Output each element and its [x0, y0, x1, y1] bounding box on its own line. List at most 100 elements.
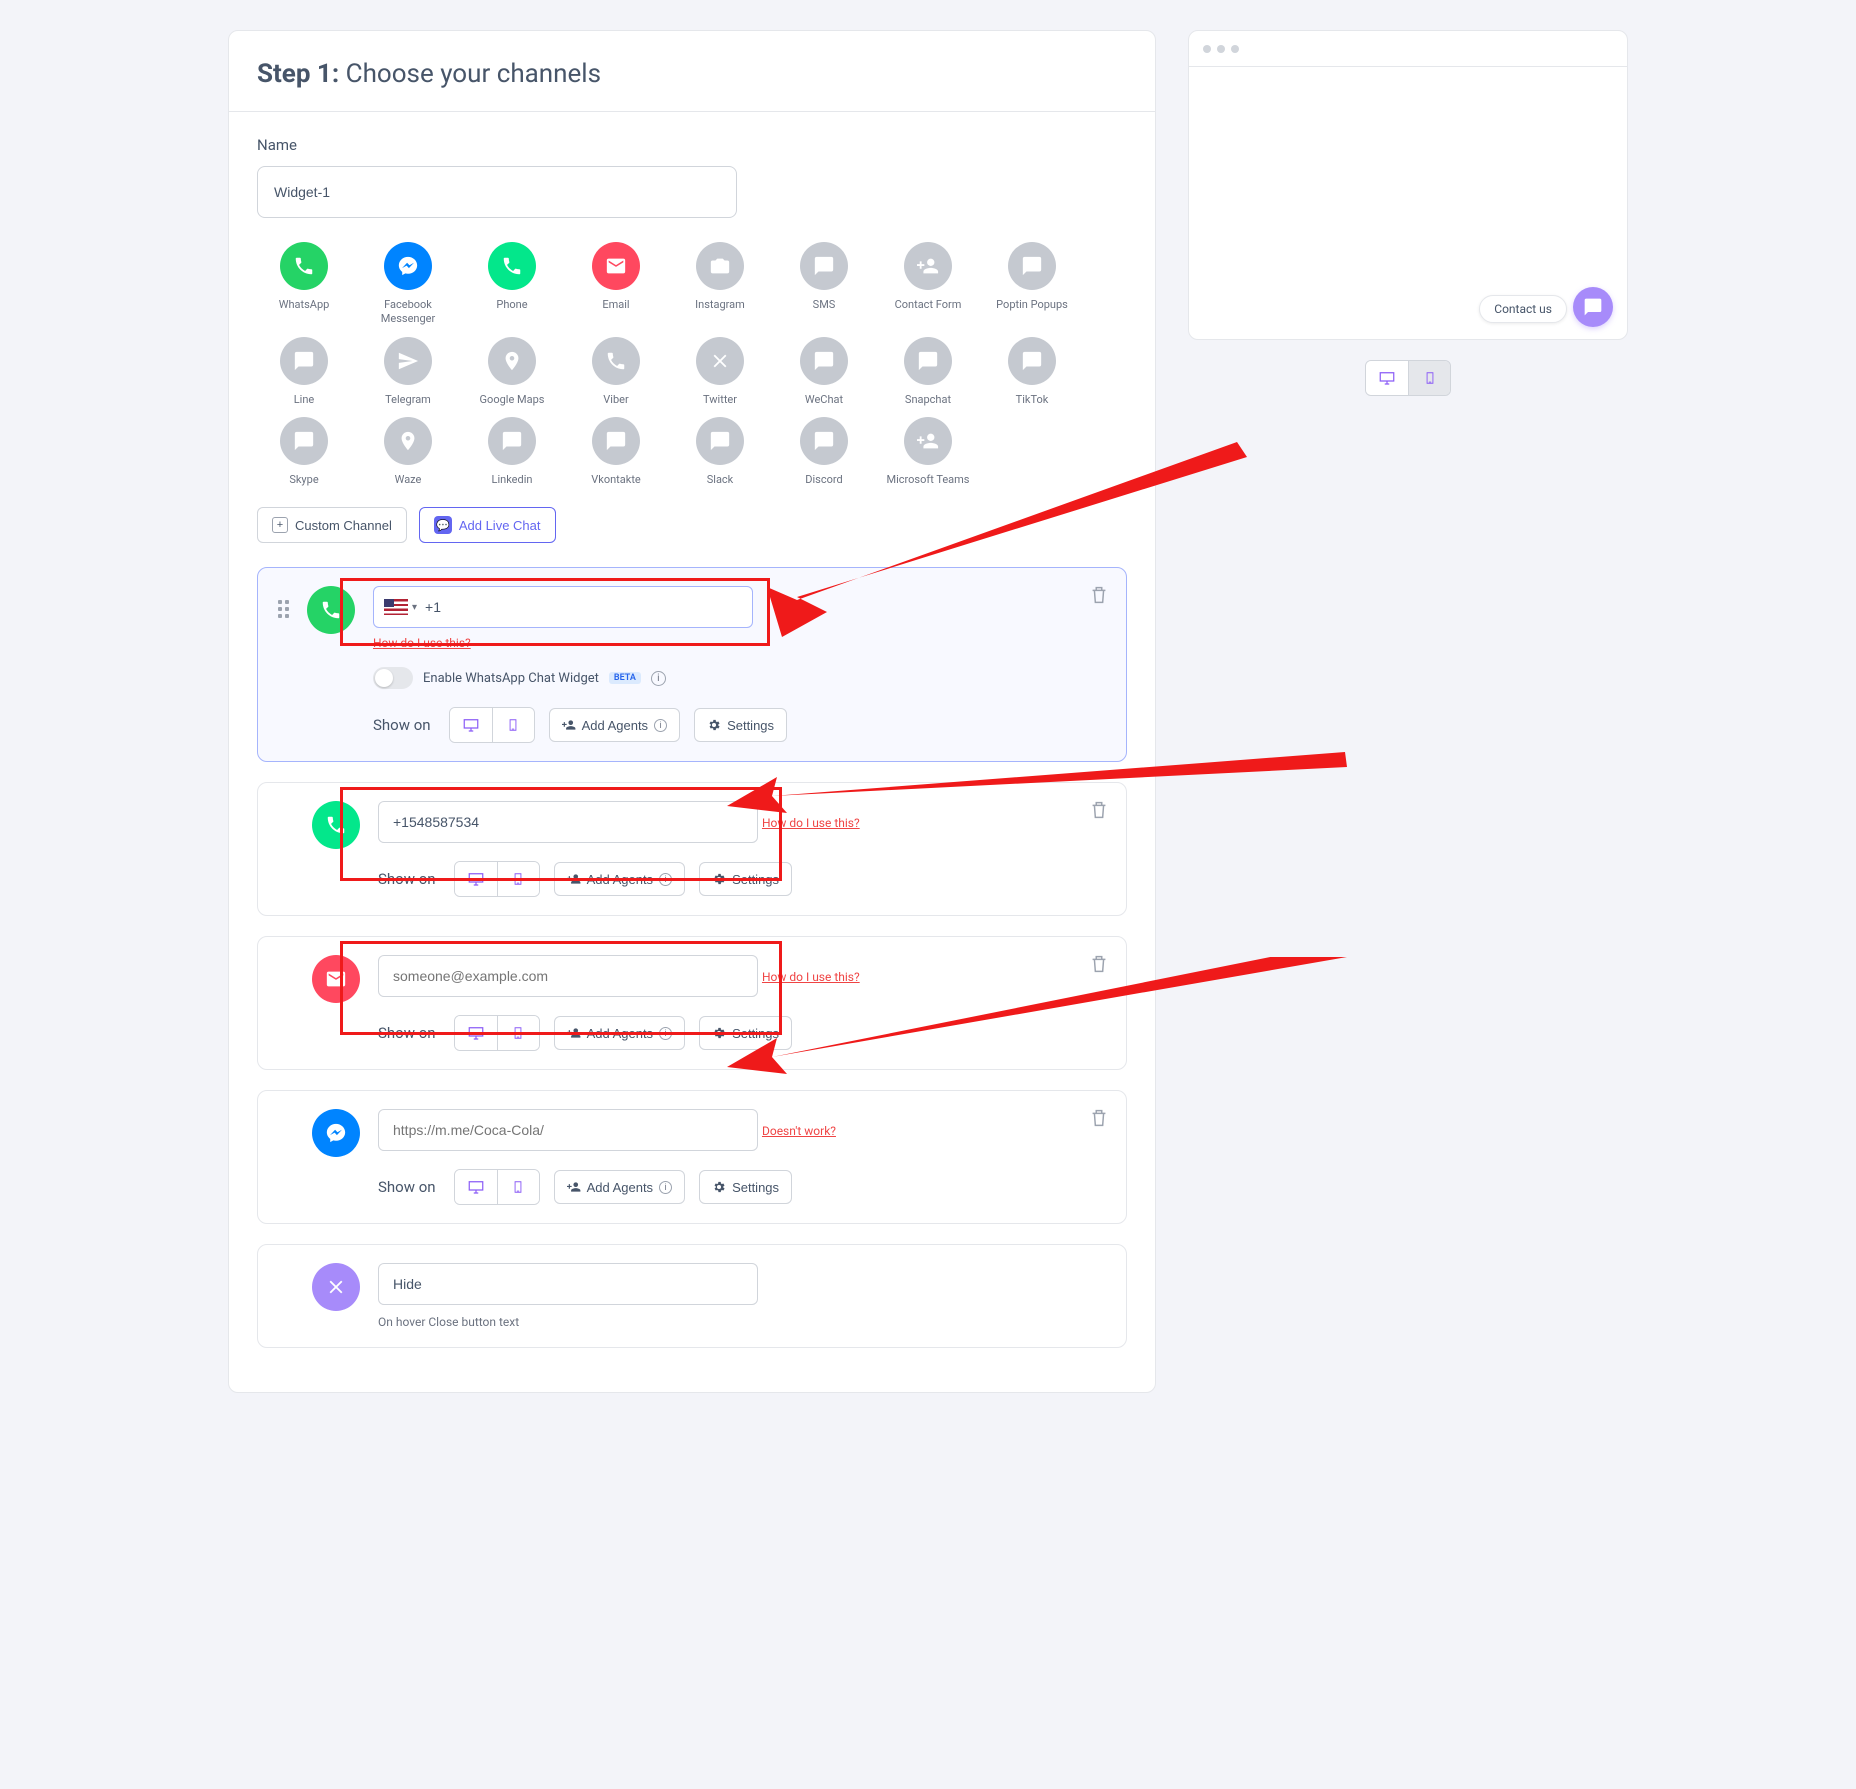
add-agents-button[interactable]: Add Agentsi	[554, 1170, 686, 1204]
channel-contactform[interactable]: Contact Form	[881, 242, 975, 327]
mobile-toggle[interactable]	[497, 1016, 539, 1050]
channel-discord[interactable]: Discord	[777, 417, 871, 487]
device-toggle	[454, 861, 540, 897]
channel-card-whatsapp: ▾ How do I use this? Enable WhatsApp Cha…	[257, 567, 1127, 762]
mobile-icon	[511, 870, 525, 888]
window-dot-icon	[1231, 45, 1239, 53]
phone-icon	[312, 801, 360, 849]
mobile-toggle[interactable]	[497, 862, 539, 896]
messenger-help-link[interactable]: Doesn't work?	[762, 1124, 836, 1138]
channel-card-close: On hover Close button text	[257, 1244, 1127, 1348]
channels-grid: WhatsAppFacebook MessengerPhoneEmailInst…	[257, 242, 1127, 487]
add-live-chat-button[interactable]: 💬Add Live Chat	[419, 507, 556, 543]
mobile-icon	[511, 1178, 525, 1196]
whatsapp-widget-toggle[interactable]	[373, 667, 413, 689]
desktop-toggle[interactable]	[450, 708, 492, 742]
add-agents-button[interactable]: Add Agentsi	[549, 708, 681, 742]
channel-snapchat[interactable]: Snapchat	[881, 337, 975, 407]
whatsapp-icon	[280, 242, 328, 290]
settings-button[interactable]: Settings	[699, 862, 792, 896]
sms-icon	[800, 242, 848, 290]
name-input[interactable]	[257, 166, 737, 218]
channel-label: Snapchat	[905, 393, 951, 407]
add-agents-button[interactable]: Add Agentsi	[554, 862, 686, 896]
discord-icon	[800, 417, 848, 465]
chat-icon: 💬	[434, 516, 452, 534]
chat-bubble-icon	[1583, 297, 1603, 317]
messenger-input[interactable]	[378, 1109, 758, 1151]
channel-phone[interactable]: Phone	[465, 242, 559, 327]
settings-button[interactable]: Settings	[699, 1016, 792, 1050]
channel-card-phone: How do I use this? Show on Add Agentsi S…	[257, 782, 1127, 916]
preview-mobile-button[interactable]	[1408, 361, 1450, 395]
channel-poptin[interactable]: Poptin Popups	[985, 242, 1079, 327]
settings-button[interactable]: Settings	[699, 1170, 792, 1204]
channel-skype[interactable]: Skype	[257, 417, 351, 487]
desktop-toggle[interactable]	[455, 862, 497, 896]
custom-channel-button[interactable]: +Custom Channel	[257, 507, 407, 543]
phone-input[interactable]	[378, 801, 758, 843]
channel-label: Google Maps	[480, 393, 545, 407]
messenger-icon	[384, 242, 432, 290]
telegram-icon	[384, 337, 432, 385]
gear-icon	[712, 872, 726, 886]
add-agents-button[interactable]: Add Agentsi	[554, 1016, 686, 1050]
chat-fab[interactable]	[1573, 287, 1613, 327]
delete-button[interactable]	[1088, 953, 1110, 975]
wechat-icon	[800, 337, 848, 385]
email-input[interactable]	[378, 955, 758, 997]
channel-gmaps[interactable]: Google Maps	[465, 337, 559, 407]
desktop-toggle[interactable]	[455, 1016, 497, 1050]
desktop-toggle[interactable]	[455, 1170, 497, 1204]
twitter-icon	[696, 337, 744, 385]
device-toggle	[449, 707, 535, 743]
mobile-toggle[interactable]	[497, 1170, 539, 1204]
channel-slack[interactable]: Slack	[673, 417, 767, 487]
whatsapp-phone-input-wrap[interactable]: ▾	[373, 586, 753, 628]
settings-button[interactable]: Settings	[694, 708, 787, 742]
channel-label: Line	[294, 393, 315, 407]
drag-handle[interactable]	[278, 586, 289, 618]
caret-icon: ▾	[412, 602, 417, 613]
desktop-icon	[462, 716, 480, 734]
channel-waze[interactable]: Waze	[361, 417, 455, 487]
whatsapp-phone-input[interactable]	[425, 599, 742, 615]
channel-telegram[interactable]: Telegram	[361, 337, 455, 407]
channel-sms[interactable]: SMS	[777, 242, 871, 327]
messenger-icon	[312, 1109, 360, 1157]
delete-button[interactable]	[1088, 584, 1110, 606]
whatsapp-help-link[interactable]: How do I use this?	[373, 636, 471, 650]
info-icon[interactable]: i	[651, 671, 666, 686]
trash-icon	[1088, 953, 1110, 975]
channel-vkontakte[interactable]: Vkontakte	[569, 417, 663, 487]
channel-messenger[interactable]: Facebook Messenger	[361, 242, 455, 327]
channel-label: Telegram	[385, 393, 431, 407]
channel-line[interactable]: Line	[257, 337, 351, 407]
window-dot-icon	[1217, 45, 1225, 53]
preview-desktop-button[interactable]	[1366, 361, 1408, 395]
channel-teams[interactable]: Microsoft Teams	[881, 417, 975, 487]
delete-button[interactable]	[1088, 1107, 1110, 1129]
channel-linkedin[interactable]: Linkedin	[465, 417, 559, 487]
channel-label: Linkedin	[492, 473, 533, 487]
device-toggle	[454, 1169, 540, 1205]
channel-twitter[interactable]: Twitter	[673, 337, 767, 407]
channel-tiktok[interactable]: TikTok	[985, 337, 1079, 407]
tiktok-icon	[1008, 337, 1056, 385]
phone-help-link[interactable]: How do I use this?	[762, 816, 860, 830]
channel-viber[interactable]: Viber	[569, 337, 663, 407]
teams-icon	[904, 417, 952, 465]
channel-whatsapp[interactable]: WhatsApp	[257, 242, 351, 327]
delete-button[interactable]	[1088, 799, 1110, 821]
close-text-input[interactable]	[378, 1263, 758, 1305]
instagram-icon	[696, 242, 744, 290]
channel-email[interactable]: Email	[569, 242, 663, 327]
channel-wechat[interactable]: WeChat	[777, 337, 871, 407]
mobile-toggle[interactable]	[492, 708, 534, 742]
channel-instagram[interactable]: Instagram	[673, 242, 767, 327]
mobile-icon	[1423, 369, 1437, 387]
desktop-icon	[1378, 369, 1396, 387]
gear-icon	[707, 718, 721, 732]
person-add-icon	[567, 1026, 581, 1040]
email-help-link[interactable]: How do I use this?	[762, 970, 860, 984]
